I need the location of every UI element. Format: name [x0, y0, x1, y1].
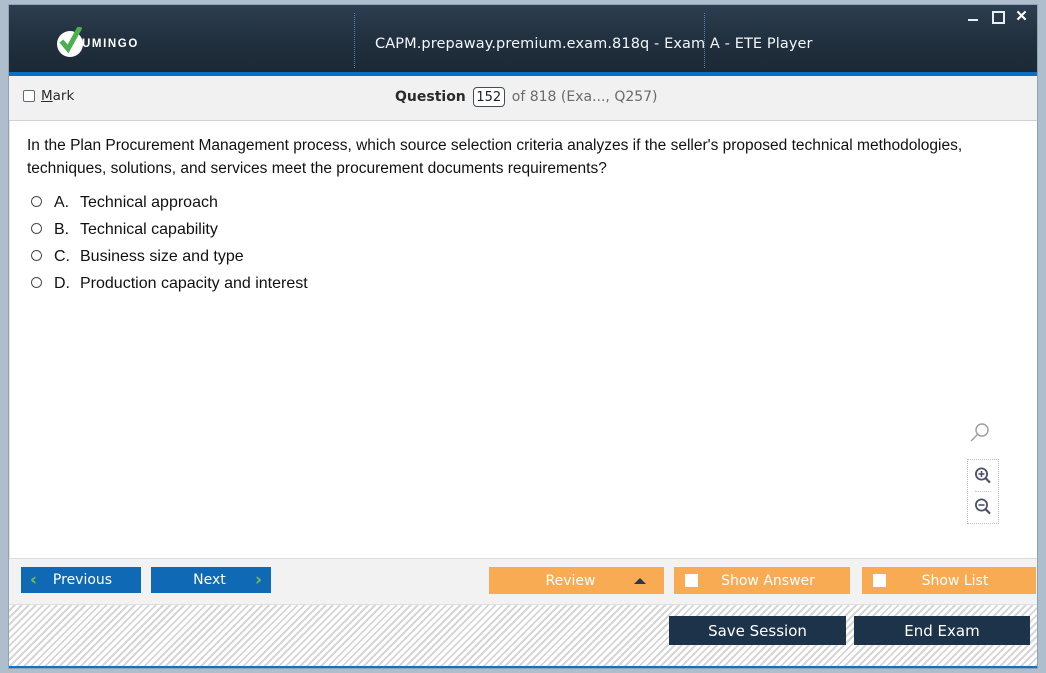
- zoom-out-icon[interactable]: [972, 496, 994, 518]
- radio-c[interactable]: [31, 250, 42, 261]
- show-answer-button[interactable]: Show Answer: [674, 567, 850, 594]
- footer-bar: Save Session End Exam: [9, 604, 1037, 668]
- option-letter-d: D.: [54, 275, 70, 292]
- exam-player-app: UMINGO CAPM.prepaway.premium.exam.818q -…: [0, 0, 1046, 673]
- window-controls: ✕: [966, 9, 1029, 24]
- mark-accel-letter: M: [41, 88, 53, 104]
- next-button[interactable]: Next ›: [151, 567, 271, 593]
- option-text-a: Technical approach: [80, 194, 218, 211]
- question-toolbar: Mark Question 152 of 818 (Exa..., Q257): [9, 76, 1037, 121]
- save-session-button[interactable]: Save Session: [669, 616, 846, 645]
- question-number-input[interactable]: 152: [472, 87, 505, 107]
- radio-b[interactable]: [31, 223, 42, 234]
- option-text-b: Technical capability: [80, 221, 218, 238]
- minimize-icon[interactable]: [966, 9, 981, 24]
- mark-label: Mark: [41, 88, 74, 104]
- zoom-panel-divider: [975, 491, 991, 492]
- option-text-d: Production capacity and interest: [80, 275, 308, 292]
- show-list-button[interactable]: Show List: [862, 567, 1036, 594]
- end-exam-button[interactable]: End Exam: [854, 616, 1030, 645]
- chevron-left-icon: ‹: [30, 569, 38, 590]
- question-total-label: of 818 (Exa..., Q257): [511, 89, 658, 105]
- review-button[interactable]: Review: [489, 567, 664, 594]
- logo-checkmark-icon: [57, 27, 83, 57]
- logo-text: UMINGO: [82, 37, 139, 50]
- next-button-label: Next: [193, 572, 226, 588]
- show-answer-button-label: Show Answer: [721, 572, 815, 589]
- window-title: CAPM.prepaway.premium.exam.818q - Exam A…: [375, 36, 813, 52]
- answer-option-a[interactable]: A. Technical approach: [31, 190, 931, 217]
- show-list-button-label: Show List: [921, 572, 989, 589]
- option-letter-c: C.: [54, 248, 70, 265]
- answer-option-d[interactable]: D. Production capacity and interest: [31, 271, 931, 298]
- question-body: In the Plan Procurement Management proce…: [9, 121, 1037, 558]
- mark-label-rest: ark: [52, 88, 75, 104]
- application-window: UMINGO CAPM.prepaway.premium.exam.818q -…: [8, 4, 1038, 669]
- close-icon[interactable]: ✕: [1014, 9, 1029, 24]
- zoom-in-icon[interactable]: [972, 465, 994, 487]
- mark-checkbox[interactable]: [23, 90, 35, 102]
- answer-options-list: A. Technical approach B. Technical capab…: [31, 190, 931, 298]
- chevron-right-icon: ›: [254, 569, 262, 590]
- checkbox-square-icon: [685, 574, 698, 587]
- radio-d[interactable]: [31, 277, 42, 288]
- radio-a[interactable]: [31, 196, 42, 207]
- answer-option-c[interactable]: C. Business size and type: [31, 244, 931, 271]
- previous-button[interactable]: ‹ Previous: [21, 567, 141, 593]
- magnifier-icon: [969, 422, 991, 449]
- question-word-label: Question: [395, 89, 466, 105]
- chevron-up-icon: [634, 578, 646, 584]
- checkbox-square-icon: [873, 574, 886, 587]
- vumingo-logo: UMINGO: [57, 27, 139, 57]
- navigation-button-bar: ‹ Previous Next › Review Show Answer Sho…: [9, 558, 1037, 604]
- answer-option-b[interactable]: B. Technical capability: [31, 217, 931, 244]
- mark-checkbox-group[interactable]: Mark: [23, 88, 74, 104]
- previous-button-label: Previous: [52, 572, 113, 588]
- question-text: In the Plan Procurement Management proce…: [27, 137, 963, 177]
- maximize-icon[interactable]: [990, 9, 1005, 24]
- option-text-c: Business size and type: [80, 248, 244, 265]
- question-counter: Question 152 of 818 (Exa..., Q257): [395, 87, 658, 107]
- titlebar-divider-left: [354, 13, 356, 68]
- zoom-controls-panel: [967, 459, 999, 524]
- option-letter-a: A.: [54, 194, 70, 211]
- option-letter-b: B.: [54, 221, 70, 238]
- title-bar: UMINGO CAPM.prepaway.premium.exam.818q -…: [9, 5, 1037, 76]
